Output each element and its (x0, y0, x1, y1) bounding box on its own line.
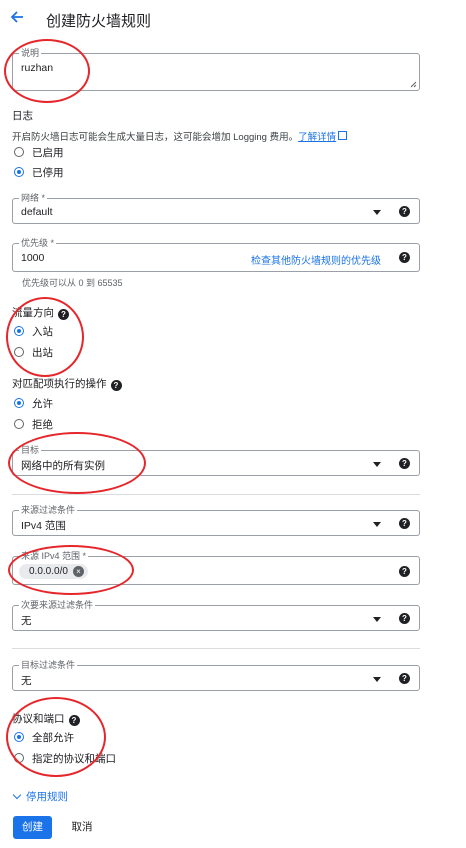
specified-protocols-label: 指定的协议和端口 (32, 753, 116, 765)
source-filter-select[interactable]: 来源过滤条件 IPv4 范围 ? (12, 504, 420, 536)
target-label: 目标 (19, 444, 42, 456)
ingress-label: 入站 (32, 326, 53, 338)
chevron-down-icon (373, 522, 381, 527)
destination-filter-value: 无 (21, 675, 32, 687)
external-link-icon (338, 131, 348, 140)
radio-logs-enabled[interactable] (14, 147, 24, 157)
chevron-down-icon (373, 617, 381, 622)
help-icon[interactable]: ? (399, 458, 410, 469)
resize-handle-icon[interactable] (410, 81, 417, 88)
description-field[interactable]: 说明 ruzhan (12, 47, 420, 91)
help-icon[interactable]: ? (399, 673, 410, 684)
priority-label: 优先级 * (19, 237, 57, 249)
direction-title: 流量方向? (12, 305, 69, 320)
disable-rule-toggle[interactable]: 停用规则 (12, 789, 68, 804)
radio-logs-disabled[interactable] (14, 167, 24, 177)
chevron-down-icon (373, 210, 381, 215)
chevron-down-icon (12, 790, 22, 800)
help-icon[interactable]: ? (399, 206, 410, 217)
network-label: 网络 * (19, 192, 48, 204)
radio-deny[interactable] (14, 419, 24, 429)
help-icon[interactable]: ? (399, 252, 410, 263)
target-select[interactable]: 目标 网络中的所有实例 ? (12, 444, 420, 476)
secondary-source-filter-select[interactable]: 次要来源过滤条件 无 ? (12, 599, 420, 631)
action-title-text: 对匹配项执行的操作 (12, 378, 107, 390)
learn-more-link[interactable]: 了解详情 (298, 132, 336, 143)
target-value: 网络中的所有实例 (21, 460, 105, 472)
direction-title-text: 流量方向 (12, 307, 54, 319)
priority-value[interactable]: 1000 (21, 252, 44, 264)
logs-description: 开启防火墙日志可能会生成大量日志，这可能会增加 Logging 费用。了解详情 (12, 129, 348, 143)
help-icon[interactable]: ? (110, 380, 122, 391)
help-icon[interactable]: ? (68, 715, 80, 726)
radio-specified-protocols[interactable] (14, 753, 24, 763)
deny-label: 拒绝 (32, 419, 53, 431)
logs-text: 开启防火墙日志可能会生成大量日志，这可能会增加 Logging 费用。 (12, 132, 299, 143)
logs-title: 日志 (12, 110, 33, 122)
create-button[interactable]: 创建 (13, 816, 52, 839)
cancel-button[interactable]: 取消 (64, 816, 100, 839)
chip-remove-icon[interactable]: × (72, 566, 84, 577)
priority-hint: 优先级可以从 0 到 65535 (22, 278, 123, 288)
priority-field[interactable]: 优先级 * 1000 检查其他防火墙规则的优先级 ? (12, 237, 420, 272)
help-icon[interactable]: ? (399, 566, 410, 577)
destination-filter-label: 目标过滤条件 (19, 659, 78, 671)
protocols-title: 协议和端口? (12, 711, 80, 726)
disable-rule-text: 停用规则 (26, 791, 68, 803)
action-title: 对匹配项执行的操作? (12, 376, 122, 391)
source-filter-value: IPv4 范围 (21, 520, 66, 532)
source-ipv4-label: 来源 IPv4 范围 * (19, 550, 89, 562)
source-filter-label: 来源过滤条件 (19, 504, 78, 516)
divider (12, 648, 420, 649)
radio-egress[interactable] (14, 347, 24, 357)
network-value: default (21, 206, 53, 218)
help-icon[interactable]: ? (58, 309, 69, 320)
source-ipv4-ranges-field[interactable]: 来源 IPv4 范围 * 0.0.0.0/0 × ? (12, 550, 420, 585)
destination-filter-select[interactable]: 目标过滤条件 无 ? (12, 659, 420, 691)
radio-allow-all[interactable] (14, 732, 24, 742)
chevron-down-icon (373, 462, 381, 467)
secondary-filter-value: 无 (21, 615, 32, 627)
allow-label: 允许 (32, 398, 53, 410)
logs-disabled-label: 已停用 (32, 167, 64, 179)
secondary-filter-label: 次要来源过滤条件 (19, 599, 96, 611)
check-priority-link[interactable]: 检查其他防火墙规则的优先级 (251, 252, 381, 267)
description-value[interactable]: ruzhan (21, 62, 53, 74)
back-arrow-icon[interactable] (9, 9, 25, 25)
logs-enabled-label: 已启用 (32, 147, 64, 159)
radio-ingress[interactable] (14, 326, 24, 336)
help-icon[interactable]: ? (399, 518, 410, 529)
ip-range-chip-text: 0.0.0.0/0 (29, 566, 68, 577)
egress-label: 出站 (32, 347, 53, 359)
network-select[interactable]: 网络 * default ? (12, 192, 420, 224)
radio-allow[interactable] (14, 398, 24, 408)
divider (12, 494, 420, 495)
ip-range-chip[interactable]: 0.0.0.0/0 × (19, 564, 88, 579)
help-icon[interactable]: ? (399, 613, 410, 624)
description-label: 说明 (19, 47, 42, 59)
allow-all-label: 全部允许 (32, 732, 74, 744)
protocols-title-text: 协议和端口 (12, 713, 65, 725)
page-title: 创建防火墙规则 (46, 13, 152, 30)
chevron-down-icon (373, 677, 381, 682)
